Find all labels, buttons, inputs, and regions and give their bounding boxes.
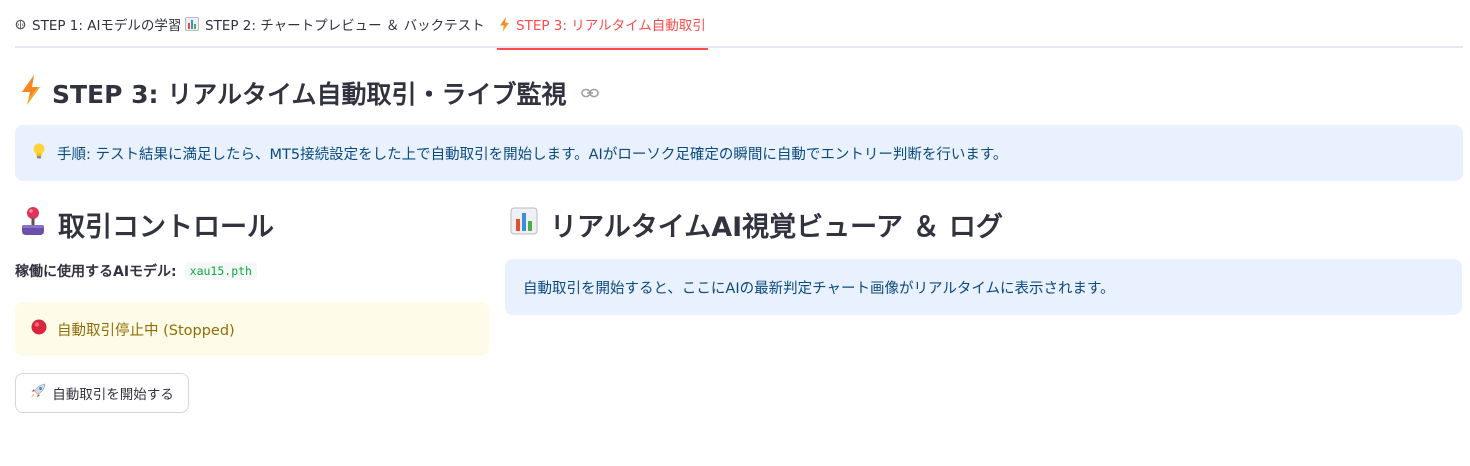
status-text: 自動取引停止中 (Stopped)	[57, 322, 235, 339]
rocket-icon	[30, 383, 46, 403]
tab-step1-label: STEP 1: AIモデルの学習	[32, 18, 182, 34]
page-title: STEP 3: リアルタイム自動取引・ライブ監視	[20, 72, 599, 114]
control-section-title-text: 取引コントロール	[58, 211, 274, 243]
light-bulb-icon	[31, 142, 47, 164]
control-section-title: 取引コントロール	[20, 204, 274, 244]
viewer-section-title: リアルタイムAI視覚ビューア ＆ ログ	[510, 204, 1003, 244]
model-label: 稼働に使用するAIモデル:	[15, 264, 177, 280]
lightning-icon	[499, 16, 510, 32]
tab-step2-label: STEP 2: チャートプレビュー ＆ バックテスト	[205, 18, 485, 34]
tab-bar: STEP 1: AIモデルの学習 STEP 2: チャートプレビュー ＆ バック…	[15, 0, 1463, 50]
lightning-icon	[20, 75, 42, 111]
page-title-text: STEP 3: リアルタイム自動取引・ライブ監視	[52, 80, 567, 109]
joystick-icon	[20, 206, 46, 243]
brain-icon	[15, 19, 26, 30]
red-circle-icon	[31, 319, 47, 339]
instructions-text: 手順: テスト結果に満足したら、MT5接続設定をした上で自動取引を開始します。A…	[57, 146, 1008, 163]
viewer-section-title-text: リアルタイムAI視覚ビューア ＆ ログ	[550, 211, 1003, 243]
tab-step3-label: STEP 3: リアルタイム自動取引	[516, 18, 706, 34]
start-trading-button-label: 自動取引を開始する	[52, 387, 174, 403]
bar-chart-icon	[510, 207, 538, 242]
link-icon[interactable]	[580, 87, 599, 99]
status-box: 自動取引停止中 (Stopped)	[15, 302, 489, 356]
tab-step2[interactable]: STEP 2: チャートプレビュー ＆ バックテスト	[185, 0, 485, 48]
viewer-info-box: 自動取引を開始すると、ここにAIの最新判定チャート画像がリアルタイムに表示されま…	[505, 259, 1462, 315]
bar-chart-icon	[185, 17, 199, 31]
tab-step3[interactable]: STEP 3: リアルタイム自動取引	[497, 0, 708, 50]
instructions-info-box: 手順: テスト結果に満足したら、MT5接続設定をした上で自動取引を開始します。A…	[15, 125, 1463, 181]
model-filename: xau15.pth	[184, 262, 257, 280]
model-info: 稼働に使用するAIモデル: xau15.pth	[15, 261, 257, 281]
start-trading-button[interactable]: 自動取引を開始する	[15, 373, 189, 413]
viewer-info-text: 自動取引を開始すると、ここにAIの最新判定チャート画像がリアルタイムに表示されま…	[523, 280, 1115, 297]
tab-step1[interactable]: STEP 1: AIモデルの学習	[15, 0, 181, 48]
